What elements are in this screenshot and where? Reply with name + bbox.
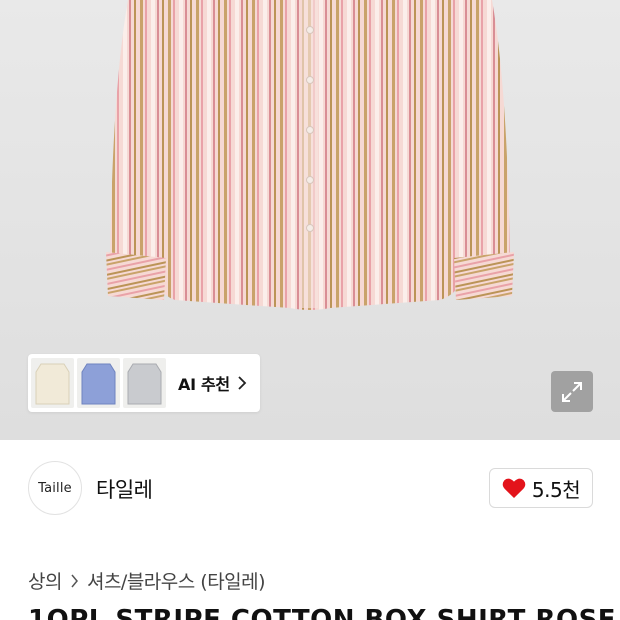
product-image-area[interactable]: AI 추천 bbox=[0, 0, 620, 440]
heart-icon bbox=[502, 478, 526, 498]
expand-arrows-icon bbox=[562, 381, 582, 402]
like-button[interactable]: 5.5천 bbox=[489, 468, 593, 508]
store-row: Taille 타일레 5.5천 bbox=[0, 440, 620, 540]
blue-shirt-thumbnail[interactable] bbox=[77, 358, 120, 408]
ai-recommend-label: AI 추천 bbox=[178, 375, 230, 394]
expand-image-button[interactable] bbox=[551, 371, 593, 412]
chevron-right-icon bbox=[238, 376, 247, 390]
chevron-right-icon bbox=[71, 574, 78, 587]
store-name[interactable]: 타일레 bbox=[96, 474, 153, 504]
store-logo-text: Taille bbox=[38, 480, 72, 496]
gray-shirt-thumbnail[interactable] bbox=[123, 358, 166, 408]
breadcrumb-item[interactable]: 셔츠/블라우스 (타일레) bbox=[87, 567, 266, 594]
breadcrumb-item[interactable]: 상의 bbox=[28, 567, 62, 594]
store-logo[interactable]: Taille bbox=[28, 461, 82, 515]
like-count: 5.5천 bbox=[531, 477, 581, 502]
ai-recommend-chip[interactable]: AI 추천 bbox=[28, 354, 260, 412]
cream-shirt-thumbnail[interactable] bbox=[31, 358, 74, 408]
breadcrumb: 상의 셔츠/블라우스 (타일레) bbox=[28, 567, 266, 594]
product-title: 1OPL STRIPE COTTON BOX SHIRT ROSE bbox=[28, 605, 617, 620]
